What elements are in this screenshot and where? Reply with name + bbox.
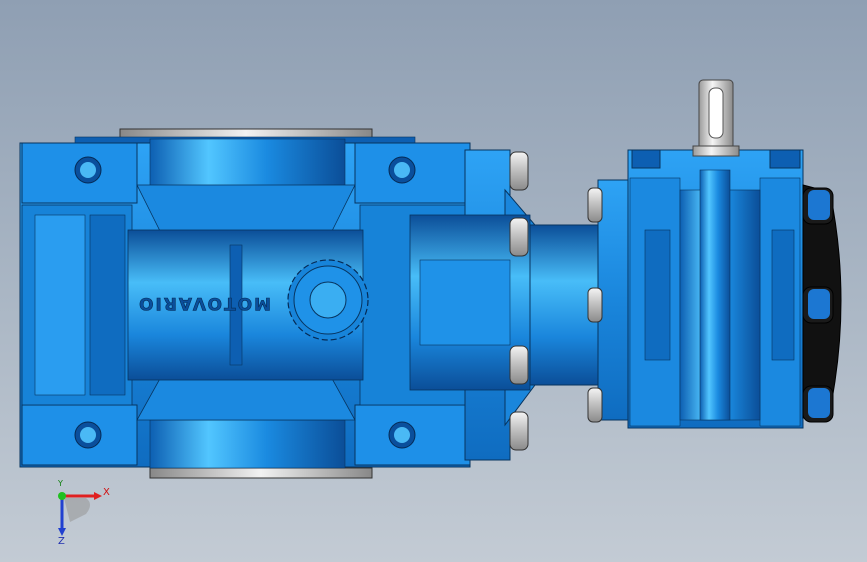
cad-viewport[interactable]: MOTOVARIO X Y Z [0, 0, 867, 562]
z-axis-label: Z [58, 536, 65, 547]
y-axis-dot [58, 492, 66, 500]
coordinate-triad: X Y Z [46, 479, 126, 552]
y-axis-label: Y [58, 479, 63, 488]
gear-wheel [287, 259, 369, 341]
input-gear-unit [597, 149, 804, 429]
housing-engraving: MOTOVARIO [137, 293, 271, 313]
output-shaft [692, 79, 740, 157]
gearbox-model[interactable]: MOTOVARIO [0, 0, 867, 562]
x-axis-label: X [103, 487, 110, 498]
motor-seal [802, 184, 842, 423]
